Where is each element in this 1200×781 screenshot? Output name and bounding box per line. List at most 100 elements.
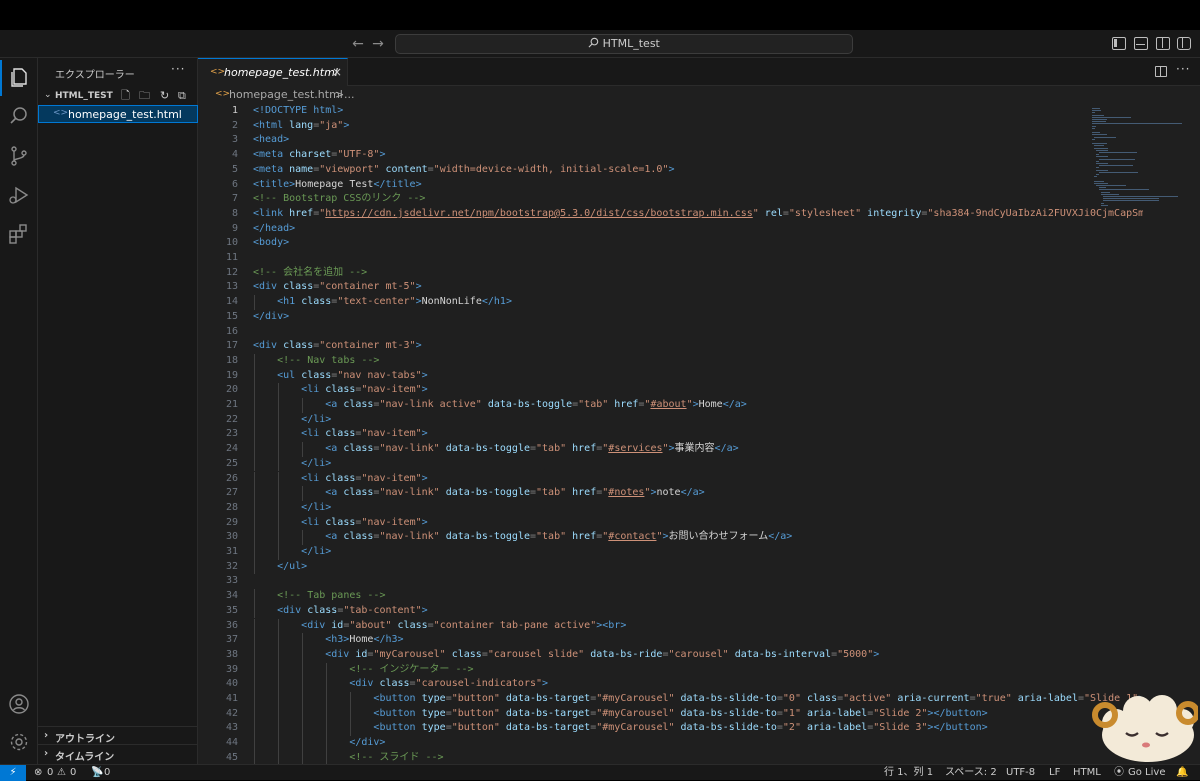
refresh-icon[interactable]: ↻	[160, 90, 172, 102]
toggle-panel-icon[interactable]	[1134, 37, 1148, 50]
error-icon[interactable]: ⊗	[34, 766, 42, 780]
file-item[interactable]: <> homepage_test.html	[38, 105, 198, 123]
code-line[interactable]: <button type="button" data-bs-target="#m…	[253, 692, 1143, 707]
minimap-line	[1098, 189, 1150, 191]
customize-layout-icon[interactable]	[1177, 37, 1191, 50]
ports-count[interactable]: 0	[104, 766, 110, 780]
language-mode[interactable]: HTML	[1073, 766, 1101, 780]
code-line[interactable]: </div>	[253, 310, 289, 325]
toggle-secondary-sidebar-icon[interactable]	[1156, 37, 1170, 50]
settings-gear-icon[interactable]	[7, 730, 31, 754]
indent-guide	[278, 515, 280, 531]
command-center[interactable]: HTML_test	[395, 34, 853, 54]
code-line[interactable]: <!-- スライド -->	[253, 751, 443, 764]
code-line[interactable]: <h3>Home</h3>	[253, 633, 403, 648]
code-line[interactable]: <!-- Bootstrap CSSのリンク -->	[253, 192, 425, 207]
warning-icon[interactable]: ⚠	[57, 766, 66, 780]
breadcrumb-symbol[interactable]: ...	[344, 88, 355, 101]
code-line[interactable]: <meta name="viewport" content="width=dev…	[253, 163, 675, 178]
source-control-icon[interactable]	[7, 144, 31, 168]
forward-arrow-icon[interactable]: →	[370, 36, 386, 52]
code-line[interactable]: <a class="nav-link" data-bs-toggle="tab"…	[253, 530, 792, 545]
code-line[interactable]: <div class="container mt-3">	[253, 339, 422, 354]
ports-icon[interactable]: 📡	[91, 766, 103, 780]
go-live-icon[interactable]: ⦿	[1114, 766, 1124, 780]
code-line[interactable]: <!-- インジケーター -->	[253, 663, 473, 678]
code-line[interactable]: <!DOCTYPE html>	[253, 104, 343, 119]
code-line[interactable]: <!-- 会社名を追加 -->	[253, 266, 367, 281]
encoding[interactable]: UTF-8	[1006, 766, 1035, 780]
error-count[interactable]: 0	[47, 766, 53, 780]
collapse-all-icon[interactable]: ⧉	[178, 90, 190, 102]
more-actions-icon[interactable]: ···	[171, 62, 185, 76]
code-line[interactable]: <link href="https://cdn.jsdelivr.net/npm…	[253, 207, 1143, 222]
code-line[interactable]: <div class="container mt-5">	[253, 280, 422, 295]
code-line[interactable]: <!-- Tab panes -->	[253, 589, 385, 604]
code-token: <div	[301, 619, 332, 631]
code-token: "stylesheet"	[788, 207, 862, 219]
code-line[interactable]: </head>	[253, 222, 295, 237]
toggle-primary-sidebar-icon[interactable]	[1112, 37, 1126, 50]
close-icon[interactable]: ×	[332, 65, 342, 79]
more-actions-icon[interactable]: ···	[1176, 62, 1190, 76]
line-ending[interactable]: LF	[1049, 766, 1060, 780]
code-line[interactable]: </div>	[253, 736, 385, 751]
code-line[interactable]: <!-- Nav tabs -->	[253, 354, 379, 369]
code-token: ><br>	[596, 619, 627, 631]
account-icon[interactable]	[7, 692, 31, 716]
outline-section[interactable]: › アウトライン	[38, 726, 198, 745]
code-line[interactable]: </li>	[253, 457, 331, 472]
code-line[interactable]: <div class="tab-content">	[253, 604, 428, 619]
code-line[interactable]: <button type="button" data-bs-target="#m…	[253, 721, 987, 736]
code-line[interactable]: <head>	[253, 133, 289, 148]
code-line[interactable]: <button type="button" data-bs-target="#m…	[253, 707, 987, 722]
code-line[interactable]: <div class="carousel-indicators">	[253, 677, 548, 692]
code-line[interactable]: <ul class="nav nav-tabs">	[253, 369, 428, 384]
code-line[interactable]: <meta charset="UTF-8">	[253, 148, 386, 163]
minimap[interactable]	[1092, 104, 1188, 764]
code-line[interactable]: <a class="nav-link active" data-bs-toggl…	[253, 398, 747, 413]
code-line[interactable]: <body>	[253, 236, 289, 251]
tab-homepage-test[interactable]: <> homepage_test.html ×	[198, 58, 348, 87]
go-live-button[interactable]: Go Live	[1128, 766, 1165, 780]
explorer-icon[interactable]	[0, 60, 31, 96]
code-line[interactable]: <div id="about" class="container tab-pan…	[253, 619, 626, 634]
code-line[interactable]: <a class="nav-link" data-bs-toggle="tab"…	[253, 486, 704, 501]
code-token: #about	[650, 399, 687, 410]
code-line[interactable]: <li class="nav-item">	[253, 472, 427, 487]
breadcrumb-file[interactable]: homepage_test.html	[229, 88, 343, 101]
line-number: 2	[231, 119, 238, 131]
indentation[interactable]: スペース: 2	[945, 766, 997, 780]
split-editor-icon[interactable]	[1155, 66, 1167, 77]
cursor-position[interactable]: 行 1、列 1	[884, 766, 933, 780]
code-line[interactable]: <li class="nav-item">	[253, 427, 427, 442]
code-line[interactable]: </li>	[253, 545, 331, 560]
top-black-bar	[0, 0, 1200, 30]
code-line[interactable]: <h1 class="text-center">NonNonLife</h1>	[253, 295, 512, 310]
code-line[interactable]: </ul>	[253, 560, 307, 575]
indent-guide	[254, 662, 255, 678]
notifications-bell-icon[interactable]: 🔔	[1176, 766, 1188, 780]
code-token: href	[289, 207, 314, 219]
run-debug-icon[interactable]	[7, 183, 31, 207]
search-icon[interactable]	[7, 104, 31, 128]
timeline-section[interactable]: › タイムライン	[38, 744, 198, 763]
code-line[interactable]: <a class="nav-link" data-bs-toggle="tab"…	[253, 442, 738, 457]
code-token: <body>	[253, 237, 290, 249]
warning-count[interactable]: 0	[70, 766, 76, 780]
remote-indicator[interactable]: ⚡	[0, 765, 26, 781]
new-folder-icon[interactable]: 🗀	[139, 90, 151, 102]
extensions-icon[interactable]	[7, 222, 31, 246]
code-line[interactable]: <li class="nav-item">	[253, 516, 427, 531]
code-line[interactable]: <title>Homepage Test</title>	[253, 178, 422, 193]
code-line[interactable]: <div id="myCarousel" class="carousel sli…	[253, 648, 879, 663]
code-area[interactable]: <!DOCTYPE html> <html lang="ja"> <head> <me…	[253, 104, 1143, 764]
code-line[interactable]: </li>	[253, 413, 331, 428]
code-line[interactable]: <html lang="ja">	[253, 119, 349, 134]
new-file-icon[interactable]: 🗋	[121, 90, 133, 102]
code-line[interactable]: </li>	[253, 501, 331, 516]
code-line[interactable]: <li class="nav-item">	[253, 383, 427, 398]
folder-header[interactable]: ⌄ HTML_TEST 🗋 🗀 ↻ ⧉	[38, 88, 198, 106]
code-editor[interactable]: 1 2 3 4 5 6 7 8 9 10 11 12 13 14 15 16 17 18 19 20 21 22 23 24 2…	[198, 104, 1200, 764]
back-arrow-icon[interactable]: ←	[350, 36, 366, 52]
